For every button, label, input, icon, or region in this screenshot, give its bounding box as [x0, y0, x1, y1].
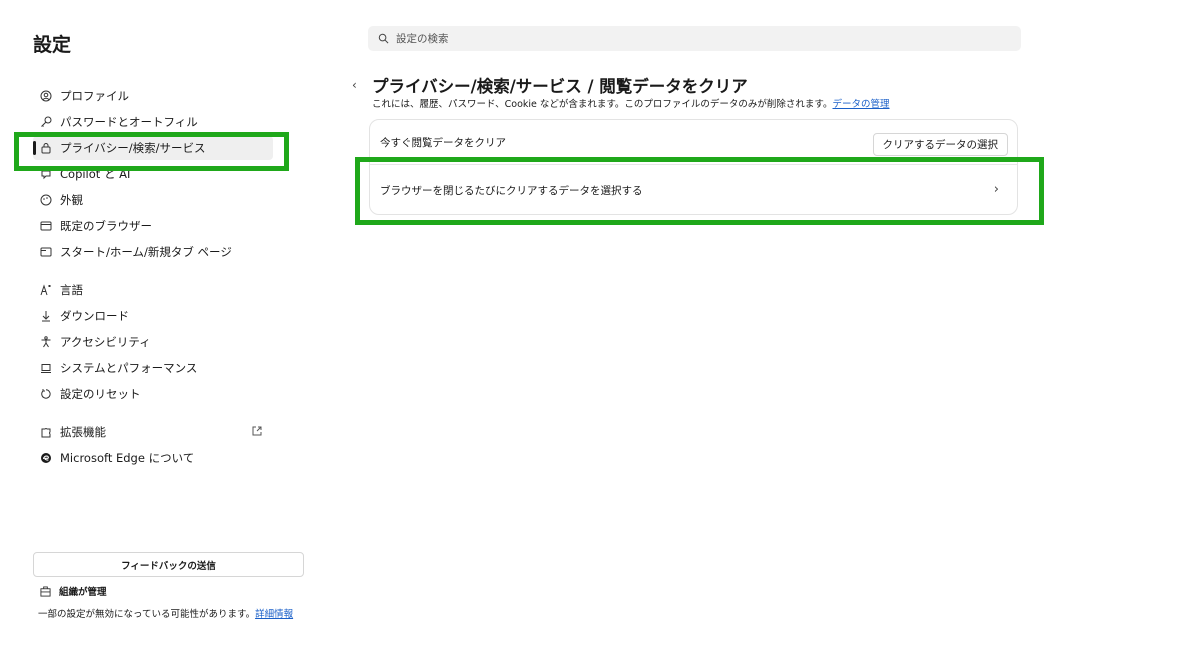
settings-title: 設定 — [33, 34, 72, 56]
profile-icon — [40, 90, 52, 102]
sidebar-item-extensions[interactable]: 拡張機能 — [33, 420, 273, 444]
newtab-icon — [40, 246, 52, 258]
sidebar-item-label: 既定のブラウザー — [60, 219, 152, 233]
appearance-icon — [40, 194, 52, 206]
search-icon — [378, 33, 389, 44]
reset-icon — [40, 388, 52, 400]
managed-by-org: 組織が管理 — [40, 584, 107, 598]
sidebar-item-label: Microsoft Edge について — [60, 451, 195, 465]
sidebar-item-label: ダウンロード — [60, 309, 129, 323]
managed-note-text: 一部の設定が無効になっている可能性があります。 — [38, 609, 256, 620]
sidebar-item-system[interactable]: システムとパフォーマンス — [33, 356, 273, 380]
sidebar-item-appearance[interactable]: 外観 — [33, 188, 273, 212]
external-link-icon — [251, 425, 263, 437]
sidebar-item-label: プロファイル — [60, 89, 129, 103]
sidebar-item-language[interactable]: 言語 — [33, 278, 273, 302]
sidebar-item-label: パスワードとオートフィル — [60, 115, 198, 129]
nav-group-2: 言語 ダウンロード アクセシビリティ システムとパフォーマンス 設定のリセット — [33, 278, 273, 406]
sidebar: 設定 プロファイル パスワードとオートフィル プライバシー/検索/サービス Co… — [0, 0, 320, 653]
managed-label: 組織が管理 — [59, 587, 107, 598]
sidebar-item-passwords[interactable]: パスワードとオートフィル — [33, 110, 273, 134]
page-title: プライバシー/検索/サービス / 閲覧データをクリア — [372, 77, 748, 96]
sidebar-item-label: アクセシビリティ — [60, 335, 151, 349]
sidebar-item-start-home[interactable]: スタート/ホーム/新規タブ ページ — [33, 240, 273, 264]
choose-data-button[interactable]: クリアするデータの選択 — [872, 133, 1008, 156]
sidebar-item-reset[interactable]: 設定のリセット — [33, 382, 273, 406]
key-icon — [40, 116, 52, 128]
details-link[interactable]: 詳細情報 — [255, 609, 293, 620]
nav-group-3: 拡張機能 Microsoft Edge について — [33, 420, 273, 470]
search-input[interactable]: 設定の検索 — [368, 26, 1021, 51]
accessibility-icon — [40, 336, 52, 348]
puzzle-icon — [40, 426, 52, 438]
feedback-button[interactable]: フィードバックの送信 — [33, 552, 304, 577]
language-icon — [40, 284, 52, 296]
sidebar-item-label: 設定のリセット — [60, 387, 141, 401]
edge-icon — [40, 452, 52, 464]
sidebar-item-label: 言語 — [60, 283, 83, 297]
browser-icon — [40, 220, 52, 232]
page-description-text: これには、履歴、パスワード、Cookie などが含まれます。このプロファイルのデ… — [372, 99, 833, 110]
manage-data-link[interactable]: データの管理 — [833, 99, 890, 110]
managed-note: 一部の設定が無効になっている可能性があります。詳細情報 — [38, 606, 293, 620]
sidebar-item-about[interactable]: Microsoft Edge について — [33, 446, 273, 470]
sidebar-item-download[interactable]: ダウンロード — [33, 304, 273, 328]
nav-group-1: プロファイル パスワードとオートフィル プライバシー/検索/サービス Copil… — [33, 84, 273, 264]
sidebar-item-label: 外観 — [60, 193, 83, 207]
page-description: これには、履歴、パスワード、Cookie などが含まれます。このプロファイルのデ… — [372, 96, 890, 110]
back-chevron-icon[interactable]: ‹ — [352, 78, 357, 92]
sidebar-item-label: スタート/ホーム/新規タブ ページ — [60, 245, 232, 259]
organization-icon — [40, 585, 51, 597]
highlight-box-clear-on-close — [355, 157, 1044, 225]
sidebar-item-label: 拡張機能 — [60, 425, 106, 439]
sidebar-item-default-browser[interactable]: 既定のブラウザー — [33, 214, 273, 238]
sidebar-item-accessibility[interactable]: アクセシビリティ — [33, 330, 273, 354]
clear-now-label: 今すぐ閲覧データをクリア — [380, 136, 506, 149]
sidebar-item-profile[interactable]: プロファイル — [33, 84, 273, 108]
search-placeholder: 設定の検索 — [396, 33, 449, 45]
highlight-box-privacy — [14, 132, 289, 171]
laptop-icon — [40, 362, 52, 374]
download-icon — [40, 310, 52, 322]
sidebar-item-label: システムとパフォーマンス — [60, 361, 198, 375]
